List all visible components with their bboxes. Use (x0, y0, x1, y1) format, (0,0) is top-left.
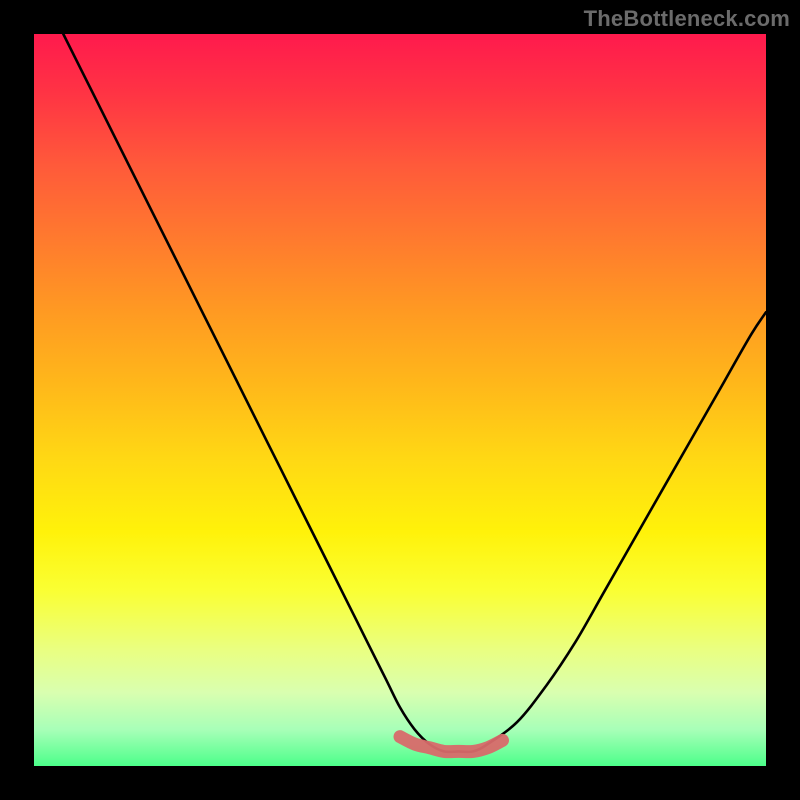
plot-area (34, 34, 766, 766)
bottleneck-curve (63, 34, 766, 752)
optimal-zone-highlight (400, 737, 503, 752)
chart-stage: TheBottleneck.com (0, 0, 800, 800)
curve-svg (34, 34, 766, 766)
watermark-text: TheBottleneck.com (584, 6, 790, 32)
